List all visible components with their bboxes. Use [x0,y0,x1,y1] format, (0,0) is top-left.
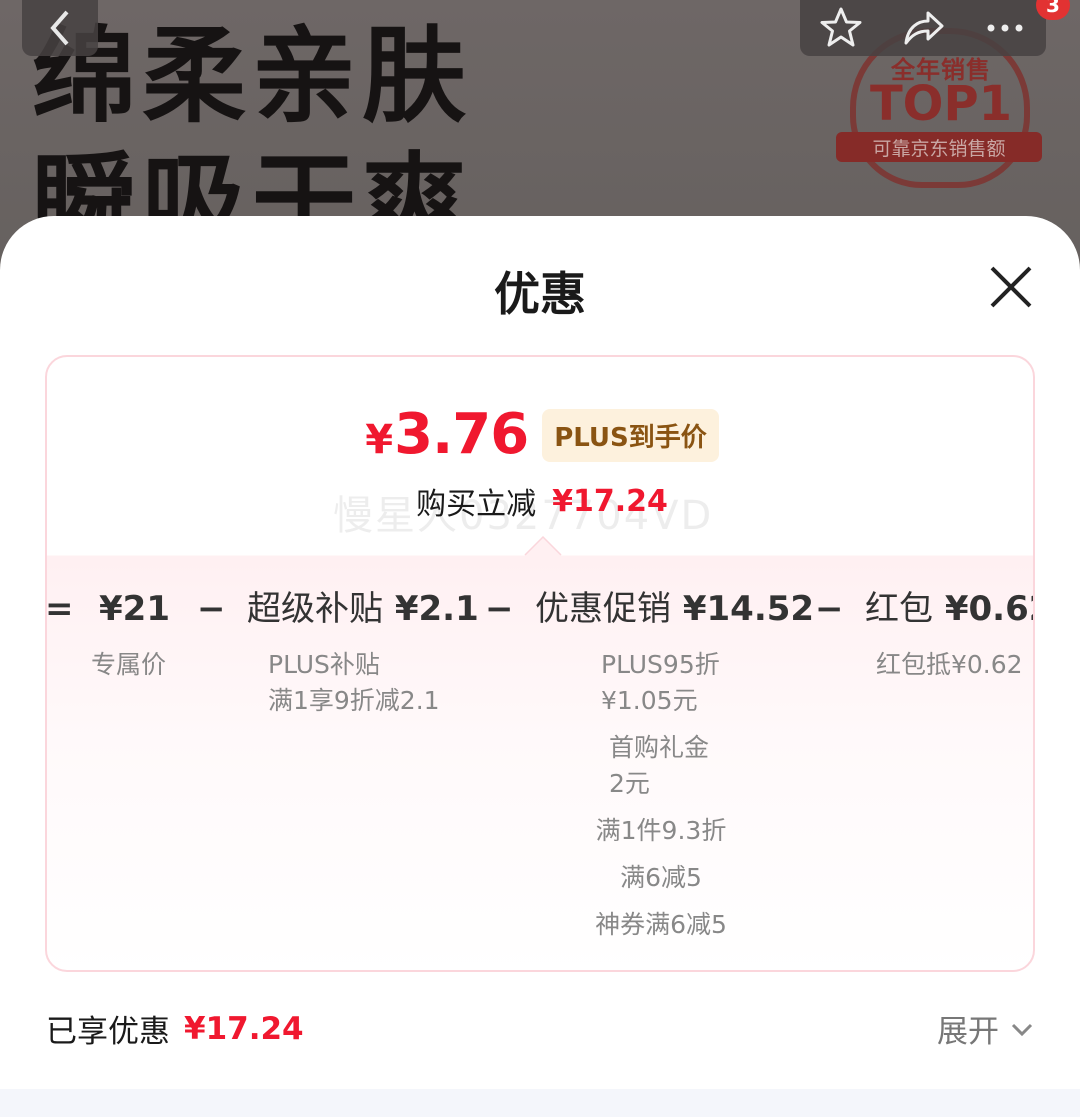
discount-sheet: 优惠 ¥3.76 PLUS到手价 慢星人0327704VD 购买立减 ¥17.2… [0,216,1080,1117]
promotion-detail: 首购礼金 [609,733,710,762]
minus-sign: − [197,589,226,629]
promotion-detail: 2元 [609,769,650,798]
summary-value: ¥17.24 [184,1010,304,1047]
promotion-details: PLUS95折 ¥1.05元 首购礼金 2元 满1件9.3折 满6减5 神券满6… [595,647,727,943]
plus-price-tag: PLUS到手价 [542,408,719,462]
promotion-detail: 满1件9.3折 [595,816,727,845]
promotion-name: 优惠促销 [535,589,671,629]
chevron-down-icon [1011,1023,1033,1036]
chevron-left-icon [50,10,69,46]
promotion-term: 优惠促销 ¥14.52 [535,587,814,631]
top-action-group [800,0,1046,56]
promotion-value: ¥14.52 [682,589,815,629]
subsidy-value: ¥2.1 [394,589,479,629]
subsidy-detail: 满1享9折减2.1 [268,686,440,715]
back-button[interactable] [22,0,98,56]
summary-label: 已享优惠 [46,1014,170,1050]
redpacket-details: 红包抵¥0.62 [876,647,1023,683]
final-price: ¥3.76 [365,407,529,463]
subsidy-name: 超级补贴 [247,589,383,629]
subsidy-term: 超级补贴 ¥2.1 [247,587,479,631]
reduce-row: 购买立减 ¥17.24 [47,479,1033,523]
bottom-divider [0,1089,1080,1117]
close-icon [990,266,1032,308]
redpacket-detail: 红包抵¥0.62 [876,650,1023,679]
promotion-detail: 神券满6减5 [595,910,727,939]
favorite-button[interactable] [818,5,864,51]
price-breakdown-card: ¥3.76 PLUS到手价 慢星人0327704VD 购买立减 ¥17.24 =… [45,355,1035,972]
minus-sign: − [485,589,514,629]
redpacket-term: 红包 ¥0.62 [865,587,1033,631]
subsidy-details: PLUS补贴 满1享9折减2.1 [268,647,440,719]
top1-title: TOP1 [869,76,1013,132]
sheet-title: 优惠 [494,267,586,321]
final-price-row: ¥3.76 PLUS到手价 [47,407,1033,463]
promotion-detail: ¥1.05元 [601,686,698,715]
expand-label: 展开 [937,1014,999,1050]
subsidy-detail: PLUS补贴 [268,650,380,679]
equals-sign: = [45,589,74,629]
redpacket-name: 红包 [865,589,933,629]
more-icon [987,24,1023,32]
price-formula: = ¥21 − 超级补贴 ¥2.1 − 优惠促销 ¥14.52 − 红包 ¥0.… [45,587,1033,647]
reduce-label: 购买立减 [416,487,537,522]
base-price-desc: 专属价 [91,650,167,679]
base-price: ¥21 [99,589,170,629]
more-button[interactable] [982,5,1028,51]
banner-headline-1: 绵柔亲肤 [32,15,473,137]
minus-sign: − [815,589,844,629]
share-button[interactable] [900,5,946,51]
promotion-detail: PLUS95折 [601,650,720,679]
base-price-details: 专属价 [91,647,166,683]
promotion-detail: 满6减5 [620,863,702,892]
star-icon [820,7,862,47]
pointer-notch [523,535,563,557]
expand-button[interactable]: 展开 [937,1006,1035,1051]
discount-summary: 已享优惠 ¥17.24 [46,1006,304,1051]
top1-subtitle: 可靠京东销售额 [836,132,1042,162]
final-price-value: 3.76 [394,402,529,467]
redpacket-value: ¥0.62 [944,589,1033,629]
reduce-value: ¥17.24 [552,483,668,519]
share-icon [904,11,944,45]
currency-symbol: ¥ [365,417,393,463]
close-button[interactable] [982,258,1040,316]
